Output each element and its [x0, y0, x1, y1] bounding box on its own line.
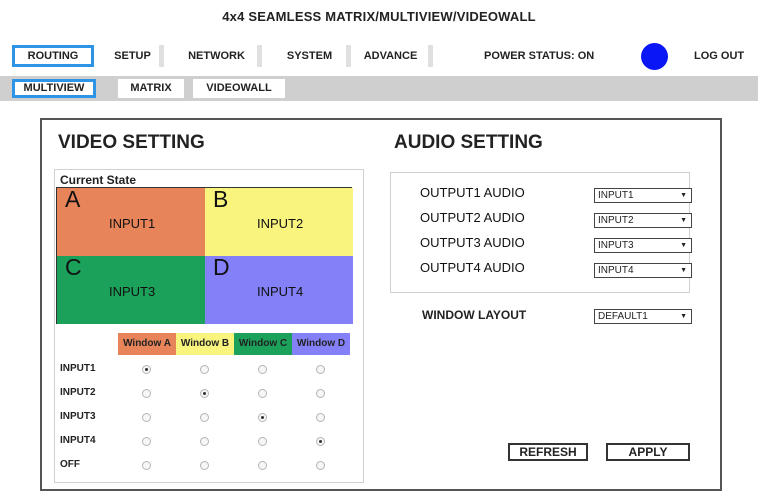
window-d-letter: D [213, 254, 230, 280]
output2-audio-label: OUTPUT2 AUDIO [420, 210, 525, 225]
output1-audio-value: INPUT1 [598, 190, 634, 201]
top-navigation: ROUTING SETUP NETWORK SYSTEM ADVANCE POW… [12, 43, 758, 70]
power-status: POWER STATUS: ON [484, 50, 595, 62]
radio-input1-window-b[interactable] [200, 365, 209, 374]
radio-input2-window-b[interactable] [200, 389, 209, 398]
radio-input1-window-c[interactable] [258, 365, 267, 374]
dropdown-arrow-icon: ▼ [680, 313, 687, 320]
window-a-cell: A INPUT1 [57, 186, 205, 256]
output2-audio-value: INPUT2 [598, 215, 634, 226]
window-c-header: Window C [234, 333, 292, 355]
output2-audio-select[interactable]: INPUT2 ▼ [594, 213, 692, 228]
output3-audio-value: INPUT3 [598, 240, 634, 251]
output4-audio-value: INPUT4 [598, 265, 634, 276]
radio-input2-window-a[interactable] [142, 389, 151, 398]
radio-off-window-a[interactable] [142, 461, 151, 470]
radio-input1-window-a[interactable] [142, 365, 151, 374]
nav-advance-button[interactable]: ADVANCE [353, 45, 433, 67]
radio-input4-window-b[interactable] [200, 437, 209, 446]
window-c-letter: C [65, 254, 82, 280]
window-layout-select[interactable]: DEFAULT1 ▼ [594, 309, 692, 324]
output3-audio-label: OUTPUT3 AUDIO [420, 235, 525, 250]
row-label-input1: INPUT1 [60, 363, 96, 374]
radio-input2-window-c[interactable] [258, 389, 267, 398]
apply-button[interactable]: APPLY [606, 443, 690, 461]
window-a-letter: A [65, 186, 81, 212]
nav-routing-button[interactable]: ROUTING [12, 45, 94, 67]
output3-audio-select[interactable]: INPUT3 ▼ [594, 238, 692, 253]
row-label-off: OFF [60, 459, 80, 470]
video-setting-title: VIDEO SETTING [58, 132, 205, 153]
window-c-input: INPUT3 [109, 284, 156, 299]
output1-audio-label: OUTPUT1 AUDIO [420, 185, 525, 200]
radio-input2-window-d[interactable] [316, 389, 325, 398]
nav-network-button[interactable]: NETWORK [176, 45, 262, 67]
window-layout-label: WINDOW LAYOUT [422, 308, 527, 322]
radio-input4-window-d[interactable] [316, 437, 325, 446]
window-c-cell: C INPUT3 [57, 254, 205, 324]
dropdown-arrow-icon: ▼ [680, 267, 687, 274]
radio-off-window-d[interactable] [316, 461, 325, 470]
current-state-label: Current State [60, 173, 137, 187]
radio-input3-window-a[interactable] [142, 413, 151, 422]
main-panel: VIDEO SETTING AUDIO SETTING Current Stat… [40, 118, 722, 491]
radio-input4-window-a[interactable] [142, 437, 151, 446]
nav-system-button[interactable]: SYSTEM [273, 45, 351, 67]
window-b-input: INPUT2 [257, 216, 304, 231]
sub-navigation: MULTIVIEW MATRIX VIDEOWALL [0, 76, 758, 101]
output4-audio-select[interactable]: INPUT4 ▼ [594, 263, 692, 278]
window-layout-value: DEFAULT1 [598, 311, 648, 322]
radio-off-window-b[interactable] [200, 461, 209, 470]
audio-setting-title: AUDIO SETTING [394, 132, 543, 153]
dropdown-arrow-icon: ▼ [680, 192, 687, 199]
window-d-header: Window D [292, 333, 350, 355]
window-b-letter: B [213, 186, 229, 212]
output1-audio-select[interactable]: INPUT1 ▼ [594, 188, 692, 203]
window-b-header: Window B [176, 333, 234, 355]
radio-input3-window-c[interactable] [258, 413, 267, 422]
subnav-multiview-button[interactable]: MULTIVIEW [12, 79, 96, 98]
subnav-videowall-button[interactable]: VIDEOWALL [193, 79, 285, 98]
radio-input1-window-d[interactable] [316, 365, 325, 374]
row-label-input2: INPUT2 [60, 387, 96, 398]
nav-setup-button[interactable]: SETUP [106, 45, 164, 67]
radio-input4-window-c[interactable] [258, 437, 267, 446]
row-label-input3: INPUT3 [60, 411, 96, 422]
window-a-header: Window A [118, 333, 176, 355]
logout-button[interactable]: LOG OUT [694, 45, 744, 67]
output4-audio-label: OUTPUT4 AUDIO [420, 260, 525, 275]
refresh-button[interactable]: REFRESH [508, 443, 588, 461]
power-indicator-icon [641, 43, 668, 70]
page-title: 4x4 SEAMLESS MATRIX/MULTIVIEW/VIDEOWALL [222, 9, 536, 24]
window-d-input: INPUT4 [257, 284, 304, 299]
window-d-cell: D INPUT4 [205, 254, 353, 324]
radio-input3-window-b[interactable] [200, 413, 209, 422]
dropdown-arrow-icon: ▼ [680, 242, 687, 249]
radio-input3-window-d[interactable] [316, 413, 325, 422]
window-a-input: INPUT1 [109, 216, 156, 231]
radio-off-window-c[interactable] [258, 461, 267, 470]
subnav-matrix-button[interactable]: MATRIX [118, 79, 184, 98]
row-label-input4: INPUT4 [60, 435, 96, 446]
window-b-cell: B INPUT2 [205, 186, 353, 256]
dropdown-arrow-icon: ▼ [680, 217, 687, 224]
current-state-grid: A INPUT1 B INPUT2 C INPUT3 D INPUT4 [56, 186, 353, 324]
